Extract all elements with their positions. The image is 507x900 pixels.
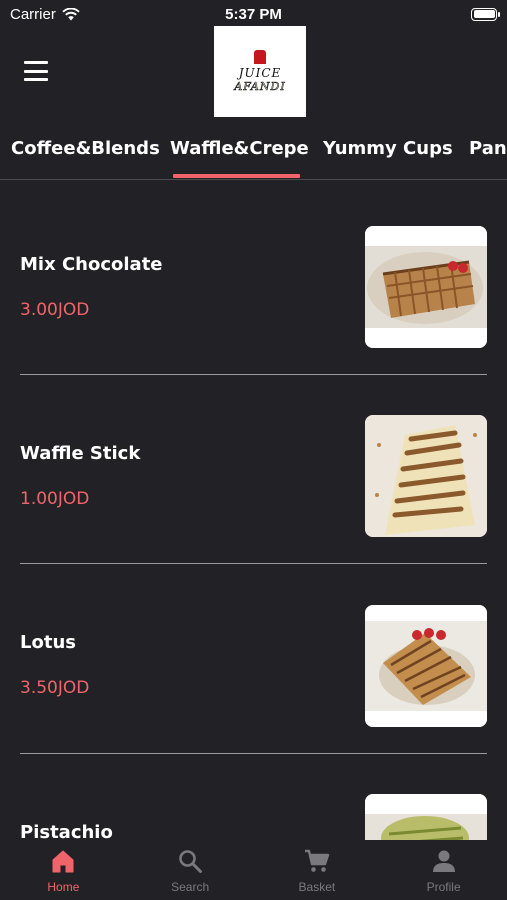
brand-logo: JUICE AFANDI <box>214 26 306 117</box>
app-header: JUICE AFANDI <box>0 26 507 120</box>
logo-text-afandi: AFANDI <box>234 80 286 94</box>
hamburger-icon-bar <box>24 69 48 73</box>
product-item-mix-chocolate[interactable]: Mix Chocolate 3.00JOD <box>0 180 507 375</box>
product-list[interactable]: Mix Chocolate 3.00JOD Waffle Stick 1.00J… <box>0 180 507 840</box>
nav-label-profile: Profile <box>426 880 461 894</box>
nav-label-basket: Basket <box>298 880 336 894</box>
nav-label-home: Home <box>47 880 80 894</box>
battery-icon <box>471 7 500 21</box>
cart-icon <box>304 849 330 872</box>
product-price: 3.00JOD <box>20 300 90 320</box>
nav-label-search: Search <box>171 880 210 894</box>
tab-yummy-cups[interactable]: Yummy Cups <box>323 138 453 159</box>
home-icon <box>52 850 74 873</box>
wifi-icon <box>62 7 80 20</box>
product-name: Mix Chocolate <box>20 254 163 275</box>
active-tab-indicator <box>173 174 300 178</box>
product-image-pistachio[interactable] <box>365 794 487 840</box>
product-name: Pistachio <box>20 822 113 840</box>
category-tabs: Coffee&Blends Waffle&Crepe Yummy Cups Pa… <box>0 132 507 180</box>
carrier-label: Carrier <box>10 5 56 23</box>
tab-waffle-crepe[interactable]: Waffle&Crepe <box>170 138 309 159</box>
nav-basket[interactable]: Basket <box>267 848 367 894</box>
product-name: Lotus <box>20 632 76 653</box>
product-image-mix-chocolate[interactable] <box>365 226 487 348</box>
search-icon <box>179 850 203 873</box>
tab-coffee-blends[interactable]: Coffee&Blends <box>11 138 160 159</box>
hamburger-icon-bar <box>24 78 48 81</box>
product-item-waffle-stick[interactable]: Waffle Stick 1.00JOD <box>0 369 507 564</box>
nav-profile[interactable]: Profile <box>394 848 494 894</box>
status-bar: Carrier 5:37 PM <box>0 0 507 28</box>
nav-search[interactable]: Search <box>140 848 240 894</box>
product-price: 3.50JOD <box>20 678 90 698</box>
product-item-lotus[interactable]: Lotus 3.50JOD <box>0 559 507 754</box>
bottom-tab-bar: Home Search Basket Profile <box>0 840 507 900</box>
nav-home[interactable]: Home <box>13 848 113 894</box>
product-name: Waffle Stick <box>20 443 141 464</box>
menu-button[interactable] <box>24 61 48 81</box>
product-item-pistachio[interactable]: Pistachio <box>0 748 507 840</box>
logo-text-juice: JUICE <box>238 66 282 80</box>
hamburger-icon-bar <box>24 61 48 64</box>
product-image-lotus[interactable] <box>365 605 487 727</box>
product-price: 1.00JOD <box>20 489 90 509</box>
product-image-waffle-stick[interactable] <box>365 415 487 537</box>
fez-hat-icon <box>254 50 266 64</box>
tab-pancakes[interactable]: Panc <box>469 138 507 159</box>
profile-icon <box>432 850 455 872</box>
